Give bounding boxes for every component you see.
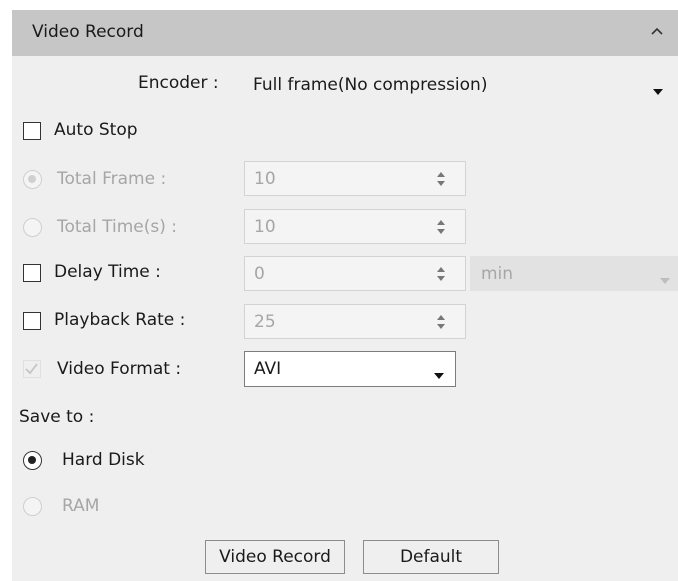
- delay-time-label: Delay Time :: [54, 262, 161, 282]
- delay-time-input[interactable]: 0: [244, 256, 466, 291]
- total-time-input[interactable]: 10: [244, 209, 466, 244]
- video-record-button[interactable]: Video Record: [205, 540, 345, 574]
- delay-unit-value: min: [481, 263, 514, 284]
- video-record-panel: Video Record Encoder : Full frame(No com…: [12, 10, 678, 581]
- radio-dot-icon: [28, 456, 36, 464]
- total-frame-radio[interactable]: [23, 170, 42, 189]
- total-frame-input[interactable]: 10: [244, 161, 466, 196]
- auto-stop-checkbox[interactable]: [23, 122, 41, 140]
- video-format-select[interactable]: AVI: [244, 351, 456, 387]
- delay-time-value: 0: [254, 263, 265, 284]
- ram-label: RAM: [62, 496, 100, 516]
- delay-unit-select[interactable]: min: [470, 256, 678, 291]
- playback-rate-label: Playback Rate :: [54, 310, 186, 330]
- playback-rate-value: 25: [254, 311, 276, 332]
- auto-stop-label: Auto Stop: [54, 120, 138, 140]
- total-frame-value: 10: [254, 168, 276, 189]
- chevron-up-icon[interactable]: [648, 23, 666, 41]
- total-frame-label: Total Frame :: [57, 169, 167, 189]
- playback-rate-checkbox[interactable]: [23, 312, 41, 330]
- spinner-arrows-icon[interactable]: [435, 265, 447, 283]
- spinner-arrows-icon[interactable]: [435, 170, 447, 188]
- save-to-label: Save to :: [19, 407, 95, 427]
- panel-header[interactable]: Video Record: [12, 10, 678, 56]
- radio-dot-icon: [28, 175, 36, 183]
- checkmark-icon: [25, 363, 38, 375]
- total-time-value: 10: [254, 216, 276, 237]
- panel-title: Video Record: [32, 22, 144, 42]
- playback-rate-input[interactable]: 25: [244, 304, 466, 339]
- encoder-value: Full frame(No compression): [253, 74, 488, 95]
- encoder-label: Encoder :: [138, 73, 219, 93]
- total-time-label: Total Time(s) :: [57, 217, 177, 237]
- delay-time-checkbox[interactable]: [23, 264, 41, 282]
- video-format-checkbox[interactable]: [23, 360, 41, 378]
- encoder-select[interactable]: Full frame(No compression): [244, 67, 678, 102]
- video-format-value: AVI: [254, 359, 282, 379]
- total-time-radio[interactable]: [23, 218, 42, 237]
- hard-disk-label: Hard Disk: [62, 450, 145, 470]
- caret-down-icon: [652, 81, 664, 95]
- hard-disk-radio[interactable]: [23, 451, 42, 470]
- default-button[interactable]: Default: [363, 540, 499, 574]
- spinner-arrows-icon[interactable]: [435, 313, 447, 331]
- caret-down-icon: [433, 365, 445, 379]
- ram-radio[interactable]: [23, 497, 42, 516]
- spinner-arrows-icon[interactable]: [435, 218, 447, 236]
- caret-down-icon: [659, 270, 671, 284]
- video-format-label: Video Format :: [57, 359, 182, 379]
